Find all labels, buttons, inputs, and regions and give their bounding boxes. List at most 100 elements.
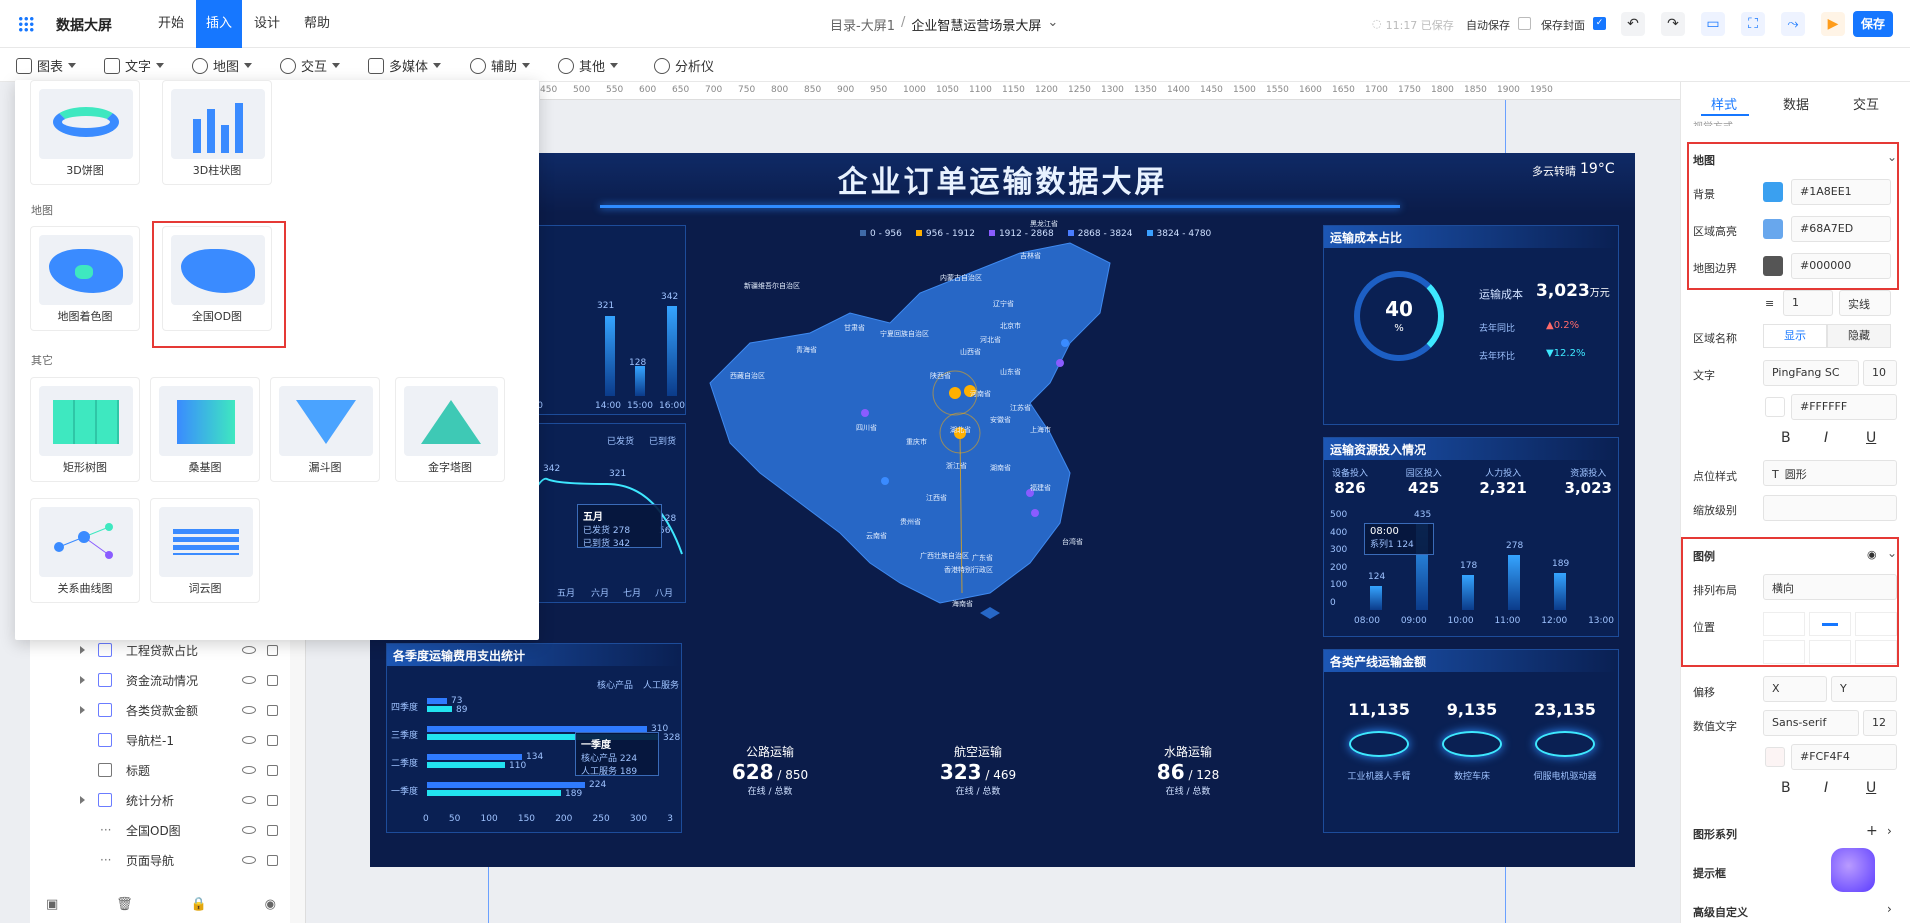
lock-icon[interactable]: [267, 854, 278, 866]
lock-icon[interactable]: 🔒: [191, 897, 207, 917]
toolbar-analyzer[interactable]: 分析仪: [654, 56, 714, 75]
redo-icon[interactable]: ↷: [1661, 12, 1685, 36]
eye-icon[interactable]: [242, 796, 256, 804]
offset-x-input[interactable]: X: [1763, 676, 1827, 702]
layer-item[interactable]: ··· 全国OD图: [80, 815, 320, 845]
card-3d-bar[interactable]: 3D柱状图: [162, 80, 272, 185]
number-color-swatch[interactable]: [1765, 747, 1785, 767]
card-sankey[interactable]: 桑基图: [150, 377, 260, 482]
card-3d-pie[interactable]: 3D饼图: [30, 80, 140, 185]
number-font-select[interactable]: Sans-serif: [1763, 710, 1859, 736]
italic-button[interactable]: I: [1824, 780, 1828, 796]
toolbar-interact[interactable]: 交互: [280, 56, 341, 75]
panel-cost-ratio[interactable]: 运输成本占比 40 % 运输成本 3,023万元 去年同比 ▲0.2% 去年环比…: [1323, 225, 1619, 425]
panel-resource-invest[interactable]: 运输资源投入情况 设备投入 826 园区投入 425 人力投入 2,321 资源投入 3…: [1323, 437, 1619, 637]
assistant-icon[interactable]: [1831, 848, 1875, 892]
layer-item[interactable]: 统计分析: [80, 785, 320, 815]
save-button[interactable]: 保存: [1853, 11, 1893, 37]
lock-icon[interactable]: [267, 644, 278, 656]
toolbar-assist[interactable]: 辅助: [470, 56, 531, 75]
menu-insert[interactable]: 插入: [196, 0, 243, 48]
show-toggle[interactable]: 显示: [1763, 324, 1827, 348]
trash-icon[interactable]: 🗑: [116, 897, 133, 917]
menu-help[interactable]: 帮助: [294, 0, 340, 48]
eye-icon[interactable]: [242, 766, 256, 774]
eye-hidden-icon[interactable]: [242, 826, 256, 834]
chevron-down-icon[interactable]: ⌄: [1047, 15, 1058, 34]
fullscreen-icon[interactable]: ⛶: [1741, 12, 1765, 36]
eye-icon[interactable]: [242, 676, 256, 684]
tooltip-section[interactable]: 提示框: [1693, 865, 1726, 881]
text-color-input[interactable]: #FFFFFF: [1791, 394, 1897, 420]
number-color-input[interactable]: #FCF4F4: [1791, 744, 1897, 770]
eye-icon[interactable]: ◉: [265, 897, 276, 917]
card-funnel[interactable]: 漏斗图: [270, 377, 380, 482]
underline-button[interactable]: U: [1866, 430, 1876, 446]
layer-item[interactable]: 导航栏-1: [80, 725, 320, 755]
dashboard-screen[interactable]: 企业订单运输数据大屏 多云转晴 19°C 0 - 956 956 - 1912 19…: [370, 153, 1635, 867]
panel-line-amounts[interactable]: 各类产线运输金额 11,135 工业机器人手臂 9,135 数控车床 23,135 伺…: [1323, 649, 1619, 833]
eye-icon[interactable]: [242, 646, 256, 654]
card-treemap[interactable]: 矩形树图: [30, 377, 140, 482]
font-select[interactable]: PingFang SC: [1763, 360, 1859, 386]
italic-button[interactable]: I: [1824, 430, 1828, 446]
bold-button[interactable]: B: [1781, 780, 1791, 796]
hide-toggle[interactable]: 隐藏: [1827, 324, 1891, 348]
eye-icon[interactable]: [242, 706, 256, 714]
apps-grid-icon[interactable]: [18, 16, 34, 32]
card-relation[interactable]: 关系曲线图: [30, 498, 140, 603]
toolbar-media[interactable]: 多媒体: [368, 56, 442, 75]
y-axis: 500 400 300 200 100 0: [1330, 510, 1348, 608]
line-style-select[interactable]: 实线: [1839, 290, 1891, 316]
menu-design[interactable]: 设计: [244, 0, 290, 48]
eye-icon[interactable]: [242, 736, 256, 744]
chevron-right-icon[interactable]: ›: [1887, 824, 1892, 838]
play-icon[interactable]: ▶: [1821, 12, 1845, 36]
card-map-choropleth[interactable]: 地图着色图: [30, 226, 140, 331]
text-color-swatch[interactable]: [1765, 397, 1785, 417]
save-cover-checkbox[interactable]: ✓: [1593, 17, 1606, 30]
tab-interact[interactable]: 交互: [1853, 94, 1879, 113]
line-width-input[interactable]: 1: [1783, 290, 1833, 316]
toolbar-other[interactable]: 其他: [558, 56, 619, 75]
number-size-input[interactable]: 12: [1863, 710, 1897, 736]
advanced-section[interactable]: 高级自定义: [1693, 904, 1748, 920]
series-section[interactable]: 图形系列: [1693, 826, 1737, 842]
breadcrumb-folder[interactable]: 目录-大屏1: [830, 15, 895, 34]
bold-button[interactable]: B: [1781, 430, 1791, 446]
layer-item[interactable]: 各类贷款金额: [80, 695, 320, 725]
add-icon[interactable]: +: [1866, 823, 1878, 839]
lock-icon[interactable]: [267, 704, 278, 716]
folder-icon[interactable]: ▣: [46, 897, 58, 917]
layer-item[interactable]: 资金流动情况: [80, 665, 320, 695]
share-icon[interactable]: ⤳: [1781, 12, 1805, 36]
toolbar-map[interactable]: 地图: [192, 56, 253, 75]
autosave-checkbox[interactable]: [1518, 17, 1531, 30]
card-pyramid[interactable]: 金字塔图: [395, 377, 505, 482]
lock-icon[interactable]: [267, 734, 278, 746]
tab-data[interactable]: 数据: [1783, 94, 1809, 113]
eye-hidden-icon[interactable]: [242, 856, 256, 864]
offset-y-input[interactable]: Y: [1831, 676, 1897, 702]
chevron-right-icon[interactable]: ›: [1887, 902, 1892, 916]
lock-icon[interactable]: [267, 674, 278, 686]
card-wordcloud[interactable]: 词云图: [150, 498, 260, 603]
undo-icon[interactable]: ↶: [1621, 12, 1645, 36]
font-size-input[interactable]: 10: [1863, 360, 1897, 386]
lock-icon[interactable]: [267, 824, 278, 836]
toolbar-text[interactable]: 文字: [104, 56, 165, 75]
preview-screen-icon[interactable]: ▭: [1701, 12, 1725, 36]
zoom-level-input[interactable]: [1763, 495, 1897, 521]
toolbar-chart[interactable]: 图表: [16, 56, 77, 75]
lock-icon[interactable]: [267, 764, 278, 776]
china-map[interactable]: [690, 233, 1140, 633]
menu-start[interactable]: 开始: [148, 0, 194, 48]
breadcrumb-title[interactable]: 企业智慧运营场景大屏: [911, 15, 1041, 34]
layer-item[interactable]: 标题: [80, 755, 320, 785]
panel-quarterly-cost[interactable]: 各季度运输费用支出统计 核心产品 人工服务 四季度 三季度 二季度 一季度 73…: [386, 643, 682, 833]
underline-button[interactable]: U: [1866, 780, 1876, 796]
layer-item[interactable]: ··· 页面导航: [80, 845, 320, 875]
point-style-select[interactable]: T 圆形: [1763, 460, 1897, 486]
lock-icon[interactable]: [267, 794, 278, 806]
tab-style[interactable]: 样式: [1711, 94, 1737, 113]
